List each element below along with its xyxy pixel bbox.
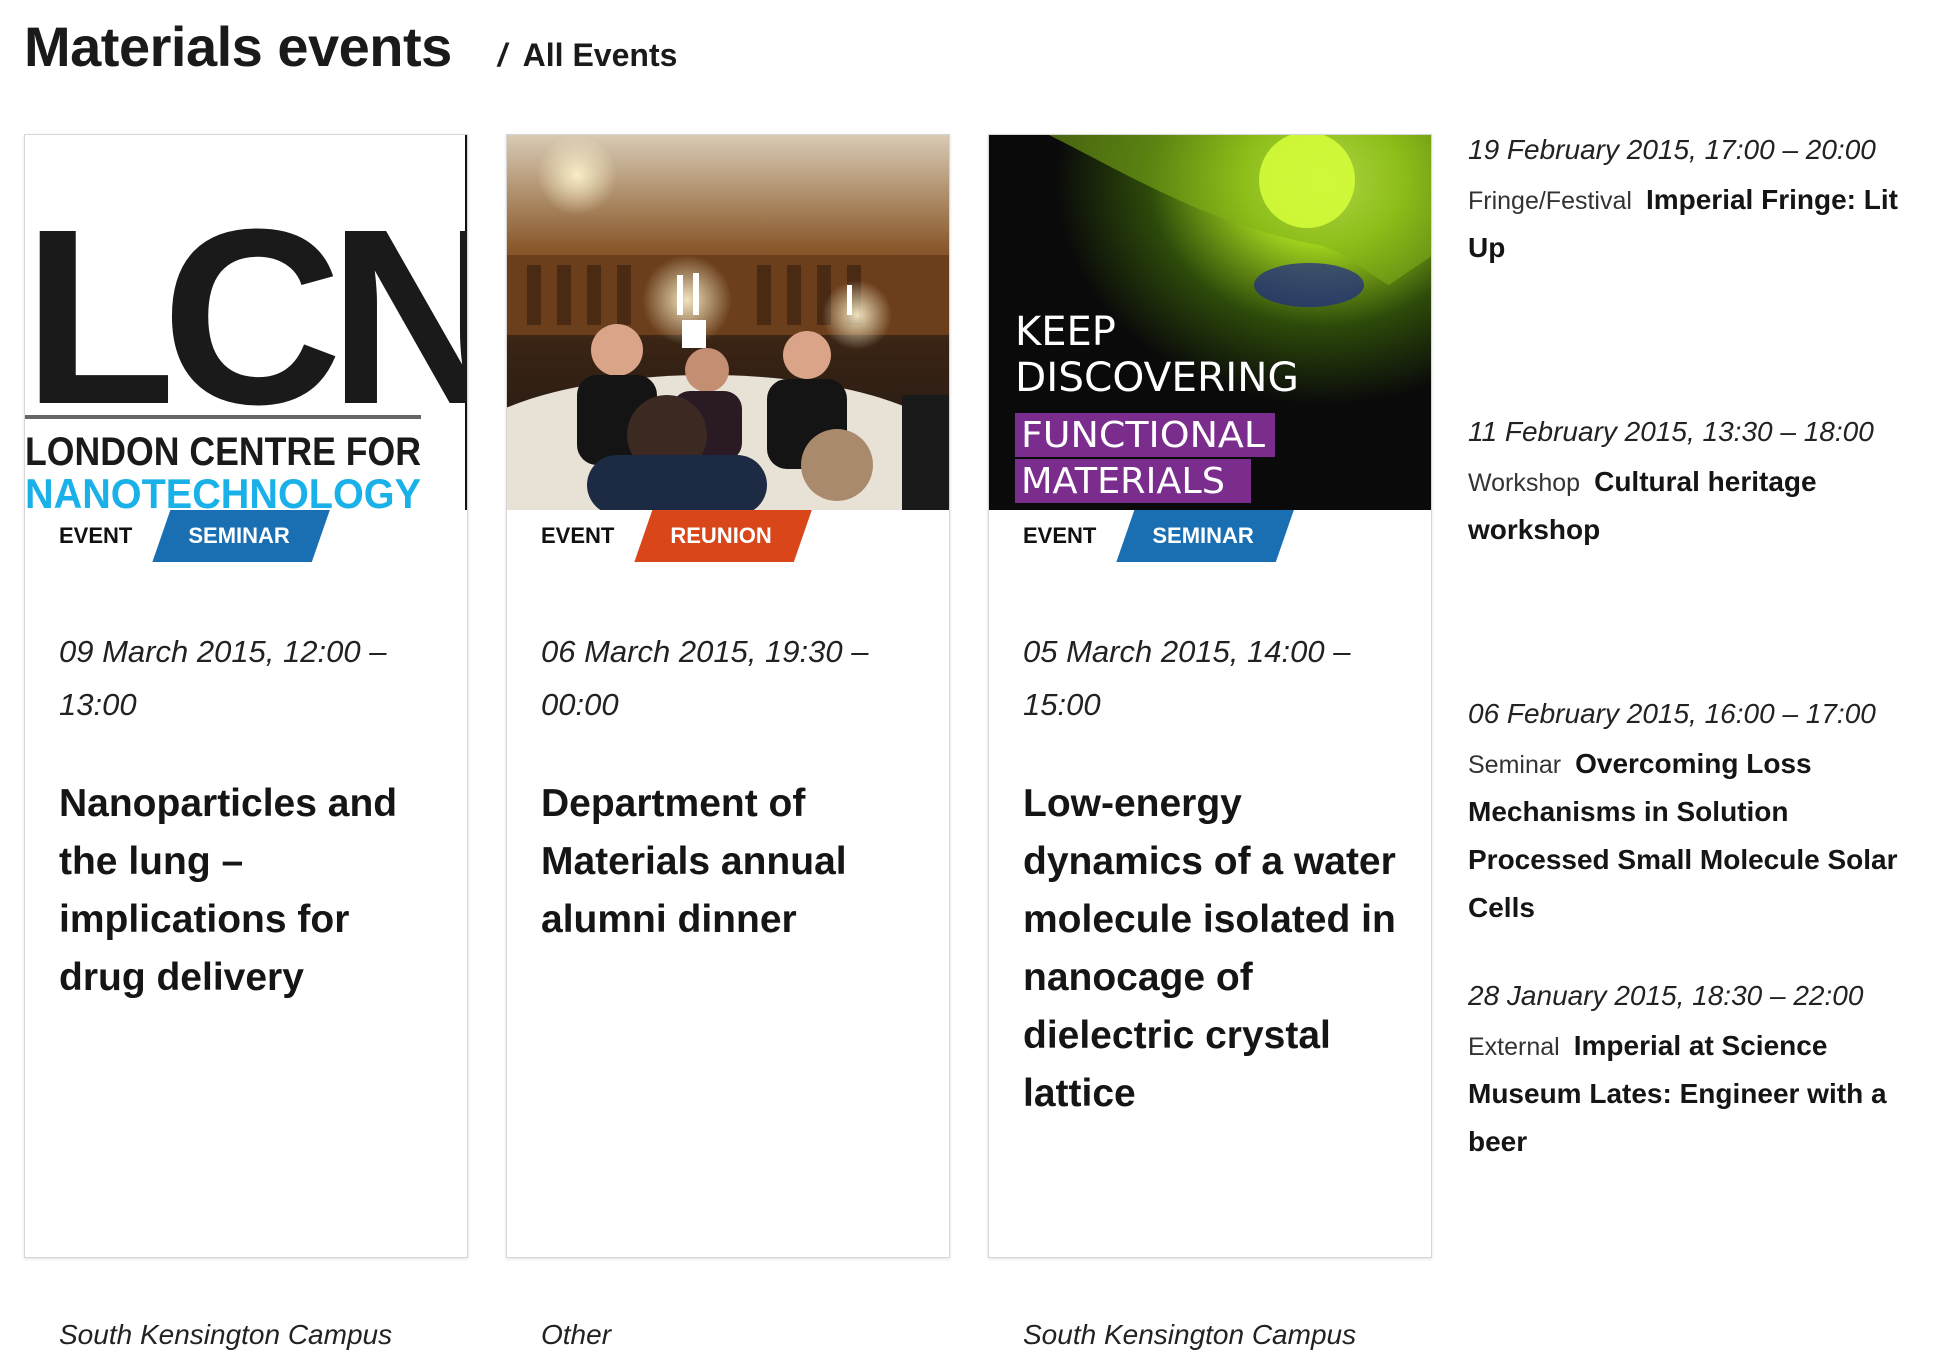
lcn-line-two: LONDON CENTRE FOR (25, 430, 421, 474)
lcn-line-three: NANOTECHNOLOGY (25, 470, 421, 510)
tag-row: EVENT SEMINAR (989, 510, 1431, 562)
discovering-text: DISCOVERING (1015, 355, 1299, 401)
event-title[interactable]: Low-energy dynamics of a water molecule … (1023, 775, 1403, 1123)
breadcrumb-separator: / (497, 37, 507, 73)
event-card[interactable]: KEEP DISCOVERING FUNCTIONAL MATERIALS EV… (988, 134, 1432, 1350)
page-header: Materials events / All Events (24, 14, 677, 84)
event-card[interactable]: LCN LONDON CENTRE FOR NANOTECHNOLOGY EVE… (24, 134, 468, 1350)
tag-event[interactable]: EVENT (989, 510, 1117, 562)
materials-text: MATERIALS (1021, 461, 1225, 502)
side-event-item[interactable]: 06 February 2015, 16:00 – 17:00 Seminar O… (1468, 694, 1928, 934)
side-event-date: 28 January 2015, 18:30 – 22:00 (1468, 980, 1864, 1011)
event-location: South Kensington Campus (59, 1319, 393, 1350)
keep-text: KEEP (1015, 309, 1116, 355)
side-event-category: Fringe/Festival (1468, 187, 1632, 215)
event-title[interactable]: Department of Materials annual alumni di… (541, 775, 921, 949)
event-date: 05 March 2015, 14:00 – 15:00 (1023, 634, 1351, 722)
side-event-category: Seminar (1468, 751, 1562, 779)
tag-reunion[interactable]: REUNION (634, 510, 811, 562)
event-date: 06 March 2015, 19:30 – 00:00 (541, 634, 869, 722)
functional-text: FUNCTIONAL (1021, 415, 1265, 456)
event-location: South Kensington Campus (1023, 1319, 1357, 1350)
side-event-date: 11 February 2015, 13:30 – 18:00 (1468, 416, 1874, 447)
tag-row: EVENT SEMINAR (25, 510, 467, 562)
lcn-logo-image[interactable]: LCN LONDON CENTRE FOR NANOTECHNOLOGY (25, 135, 467, 510)
all-events-link[interactable]: All Events (523, 37, 678, 74)
side-event-category: Workshop (1468, 469, 1581, 497)
functional-materials-graphic: KEEP DISCOVERING FUNCTIONAL MATERIALS (989, 135, 1431, 510)
event-date: 09 March 2015, 12:00 – 13:00 (59, 634, 387, 722)
side-event-date: 19 February 2015, 17:00 – 20:00 (1468, 134, 1876, 165)
event-title[interactable]: Nanoparticles and the lung – implication… (59, 775, 439, 1007)
event-card[interactable]: EVENT REUNION 06 March 2015, 19:30 – 00:… (506, 134, 950, 1350)
alumni-dinner-photo[interactable] (507, 135, 949, 510)
tag-row: EVENT REUNION (507, 510, 949, 562)
side-event-item[interactable]: 11 February 2015, 13:30 – 18:00 Workshop… (1468, 412, 1928, 556)
lcn-letters: LCN (25, 177, 467, 456)
tag-event[interactable]: EVENT (507, 510, 635, 562)
tag-event[interactable]: EVENT (25, 510, 153, 562)
lcn-logo-graphic: LCN LONDON CENTRE FOR NANOTECHNOLOGY (25, 135, 467, 510)
page-title: Materials events (24, 15, 452, 78)
side-event-item[interactable]: 19 February 2015, 17:00 – 20:00 Fringe/F… (1468, 130, 1928, 274)
tag-seminar[interactable]: SEMINAR (152, 510, 329, 562)
tag-seminar[interactable]: SEMINAR (1116, 510, 1293, 562)
side-event-item[interactable]: 28 January 2015, 18:30 – 22:00 External I… (1468, 976, 1928, 1168)
side-event-category: External (1468, 1033, 1560, 1061)
side-event-date: 06 February 2015, 16:00 – 17:00 (1468, 698, 1876, 729)
dinner-photo-graphic (507, 135, 949, 510)
event-location: Other (541, 1319, 612, 1350)
functional-materials-image[interactable]: KEEP DISCOVERING FUNCTIONAL MATERIALS (989, 135, 1431, 510)
